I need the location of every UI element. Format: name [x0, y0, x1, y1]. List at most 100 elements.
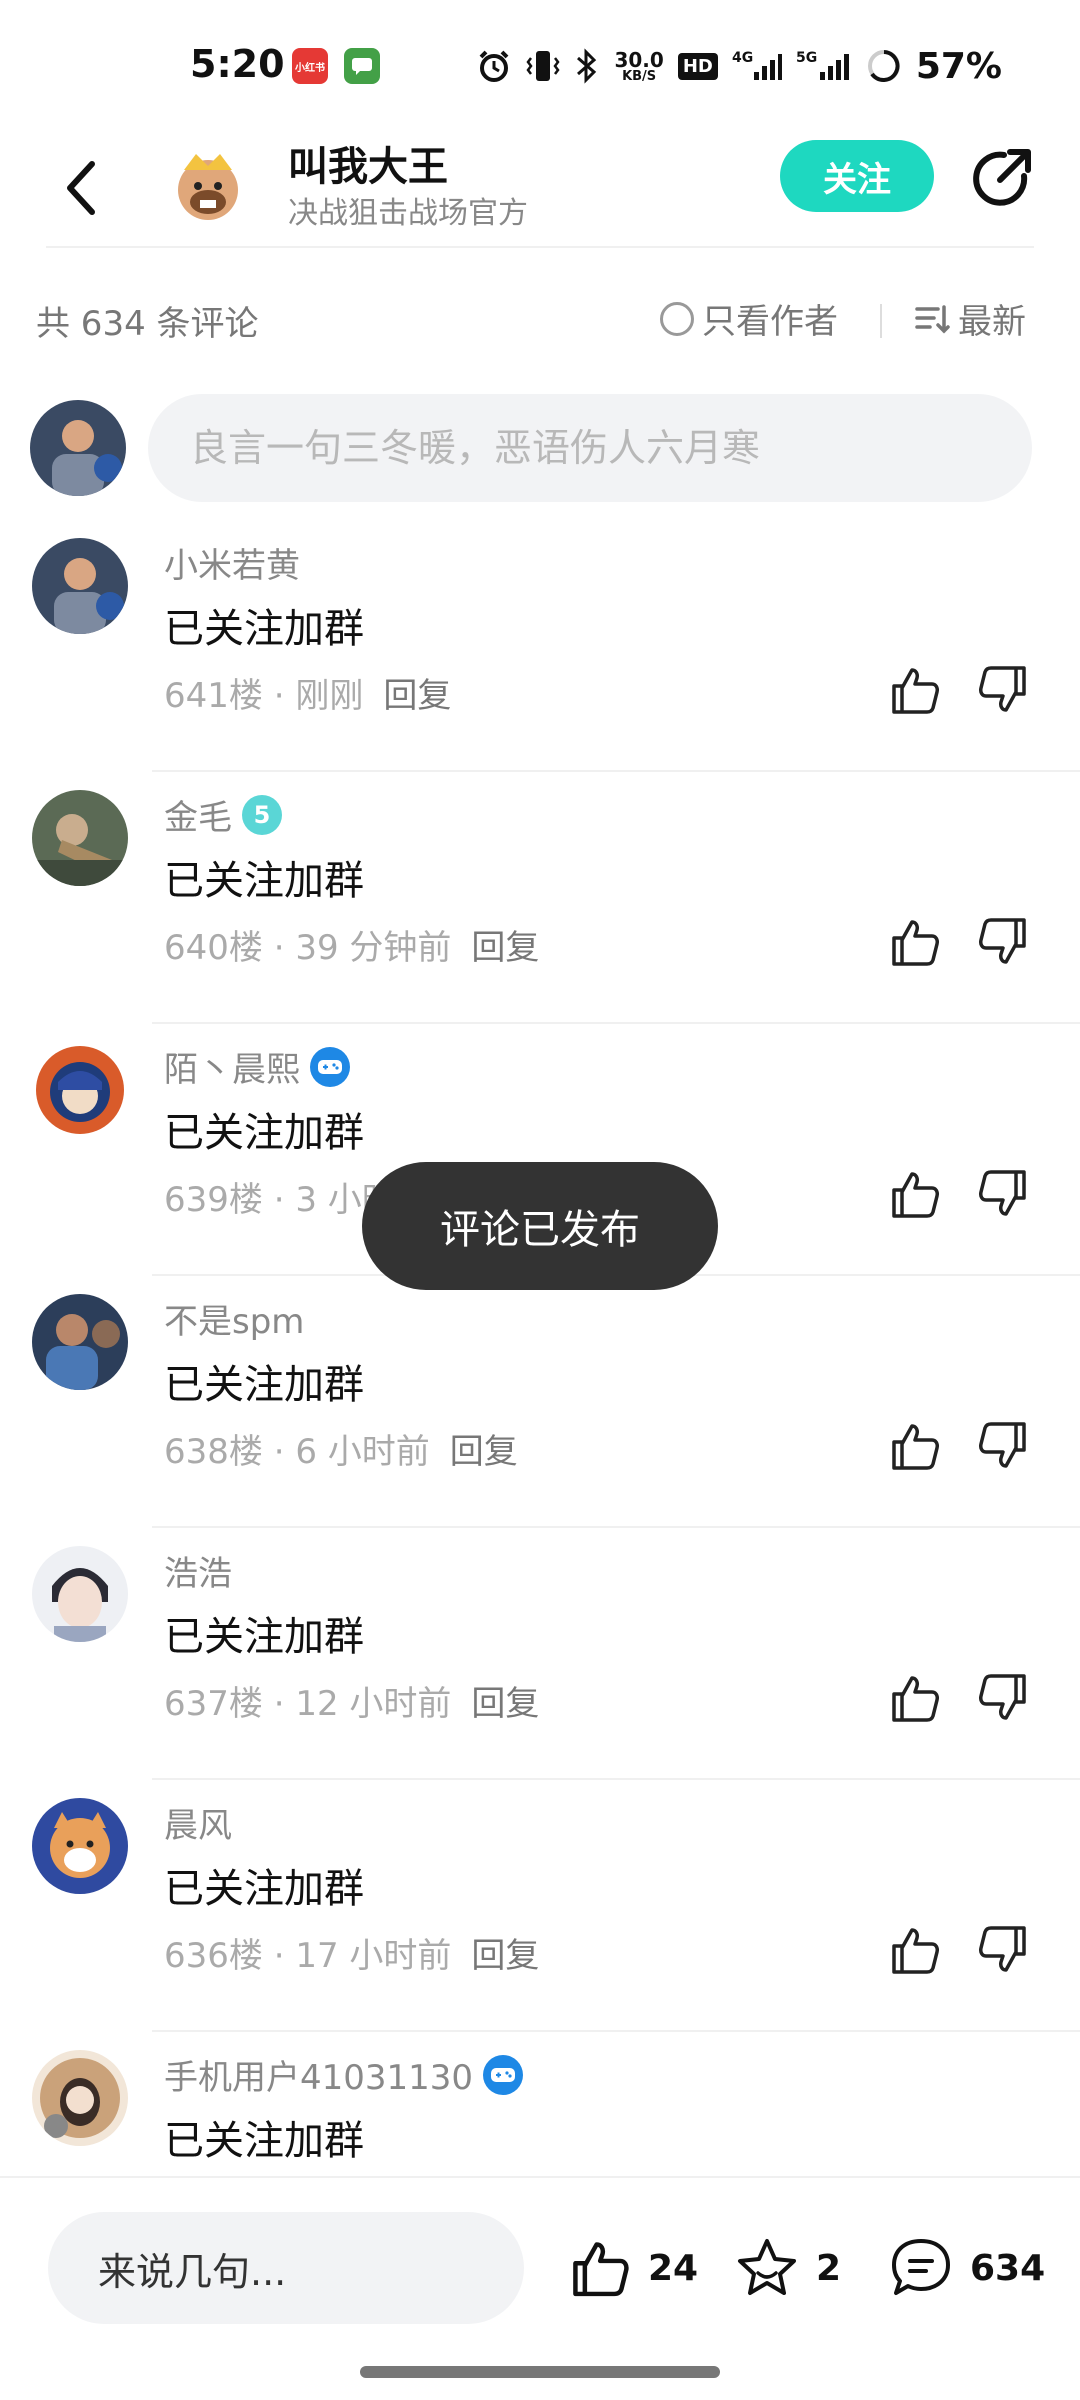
star-icon	[738, 2239, 796, 2295]
author-only-toggle[interactable]: 只看作者	[660, 294, 838, 343]
author-name[interactable]: 叫我大王	[288, 134, 448, 192]
app-badge-label: 小红书	[295, 62, 325, 74]
thumbs-down-icon	[979, 1674, 1026, 1720]
thumbs-up-icon	[892, 920, 939, 966]
post-header: 叫我大王 决战狙击战场官方 关注	[0, 130, 1080, 250]
commenter-avatar[interactable]	[32, 1546, 128, 1642]
comment-text: 已关注加群	[164, 1866, 364, 1912]
comment-text: 已关注加群	[164, 606, 364, 652]
dislike-button[interactable]	[976, 1166, 1032, 1222]
commenter-name[interactable]: 晨风	[164, 1798, 232, 1847]
comment-text: 已关注加群	[164, 1362, 364, 1408]
thumbs-down-icon	[979, 918, 1026, 964]
dislike-button[interactable]	[976, 914, 1032, 970]
reply-button[interactable]: 回复	[471, 1928, 539, 1977]
like-button[interactable]	[886, 662, 942, 718]
thumbs-down-icon	[979, 1422, 1026, 1468]
commenter-name[interactable]: 不是spm	[164, 1294, 304, 1343]
dislike-button[interactable]	[976, 1670, 1032, 1726]
follow-button[interactable]: 关注	[780, 140, 934, 212]
like-button[interactable]	[886, 1166, 942, 1222]
sort-button[interactable]: 最新	[914, 294, 1026, 343]
gamepad-badge-icon	[310, 1046, 350, 1087]
dislike-button[interactable]	[976, 662, 1032, 718]
dislike-button[interactable]	[976, 1922, 1032, 1978]
comment-item: 晨风 已关注加群 636楼 · 17 小时前 回复	[0, 1780, 1080, 2032]
bottom-action-bar: 来说几句... 24 2 634	[0, 2176, 1080, 2400]
thumbs-up-icon	[892, 1172, 939, 1218]
comment-item: 浩浩 已关注加群 637楼 · 12 小时前 回复	[0, 1528, 1080, 1780]
chevron-left-icon	[67, 161, 95, 215]
comment-count-label: 共 634 条评论	[36, 304, 259, 344]
reply-button[interactable]: 回复	[471, 920, 539, 969]
signal-5g-icon: 5G	[796, 48, 852, 84]
author-avatar[interactable]	[162, 140, 254, 232]
author-only-label: 只看作者	[702, 302, 838, 342]
summary-divider	[880, 304, 882, 338]
gamepad-badge-icon	[483, 2054, 524, 2095]
comment-summary-bar: 共 634 条评论 只看作者 最新	[0, 280, 1080, 360]
post-favorite-button[interactable]: 2	[734, 2228, 841, 2308]
comment-item: 不是spm 已关注加群 638楼 · 6 小时前 回复	[0, 1276, 1080, 1528]
status-icons: 30.0 KB/S HD 4G 5G 57%	[476, 40, 1002, 92]
comment-bubble-icon	[892, 2239, 950, 2295]
status-time: 5:20	[190, 42, 285, 86]
sort-icon	[915, 304, 950, 333]
thumbs-down-icon	[979, 1170, 1026, 1216]
commenter-avatar[interactable]	[32, 790, 128, 886]
svg-text:4G: 4G	[732, 50, 753, 66]
thumbs-up-icon	[892, 668, 939, 714]
author-subtitle: 决战狙击战场官方	[288, 196, 528, 231]
current-user-avatar	[30, 400, 126, 496]
comment-time: 12 小时前	[295, 1684, 452, 1724]
home-indicator[interactable]	[360, 2366, 720, 2378]
share-button[interactable]	[966, 144, 1036, 214]
post-favorite-count: 2	[816, 2247, 842, 2289]
xiaohongshu-app-icon: 小红书	[292, 48, 328, 84]
like-button[interactable]	[886, 1922, 942, 1978]
reply-button[interactable]: 回复	[383, 668, 451, 717]
comment-meta: 636楼 · 17 小时前 回复	[164, 1928, 539, 1977]
post-like-count: 24	[648, 2247, 699, 2289]
thumbs-down-icon	[979, 1926, 1026, 1972]
commenter-name[interactable]: 金毛 5	[164, 790, 282, 839]
comment-floor: 637楼	[164, 1684, 263, 1724]
level-badge: 5	[242, 794, 282, 835]
post-like-button[interactable]: 24	[566, 2228, 698, 2308]
back-button[interactable]	[52, 148, 112, 228]
commenter-avatar[interactable]	[32, 2050, 128, 2146]
reply-button[interactable]: 回复	[471, 1676, 539, 1725]
commenter-avatar[interactable]	[32, 538, 128, 634]
battery-percent: 57%	[915, 45, 1002, 87]
thumbs-up-icon	[892, 1424, 939, 1470]
thumbs-up-icon	[892, 1676, 939, 1722]
commenter-name[interactable]: 陌丶晨熙	[164, 1042, 350, 1091]
comment-input[interactable]	[148, 394, 1032, 502]
message-app-icon	[344, 48, 380, 84]
dislike-button[interactable]	[976, 1418, 1032, 1474]
post-comment-button[interactable]: 634	[888, 2228, 1045, 2308]
commenter-avatar[interactable]	[32, 1042, 128, 1138]
commenter-avatar[interactable]	[32, 1294, 128, 1390]
bottom-comment-input[interactable]: 来说几句...	[48, 2212, 524, 2324]
like-button[interactable]	[886, 1418, 942, 1474]
bluetooth-icon	[574, 48, 600, 84]
comment-time: 6 小时前	[295, 1432, 430, 1472]
comment-floor: 640楼	[164, 928, 263, 968]
signal-4g-icon: 4G	[732, 48, 782, 84]
network-speed: 30.0 KB/S	[614, 47, 664, 84]
reply-button[interactable]: 回复	[450, 1424, 518, 1473]
toast-message: 评论已发布	[362, 1162, 718, 1290]
battery-icon	[866, 48, 902, 84]
comment-floor: 641楼	[164, 676, 263, 716]
commenter-name[interactable]: 小米若黄	[164, 538, 300, 587]
post-comment-count: 634	[970, 2247, 1046, 2289]
commenter-name[interactable]: 手机用户41031130	[164, 2050, 524, 2099]
alarm-icon	[476, 48, 512, 84]
sort-label: 最新	[958, 302, 1026, 342]
commenter-name[interactable]: 浩浩	[164, 1546, 232, 1595]
commenter-avatar[interactable]	[32, 1798, 128, 1894]
like-button[interactable]	[886, 914, 942, 970]
like-button[interactable]	[886, 1670, 942, 1726]
comment-text: 已关注加群	[164, 1614, 364, 1660]
